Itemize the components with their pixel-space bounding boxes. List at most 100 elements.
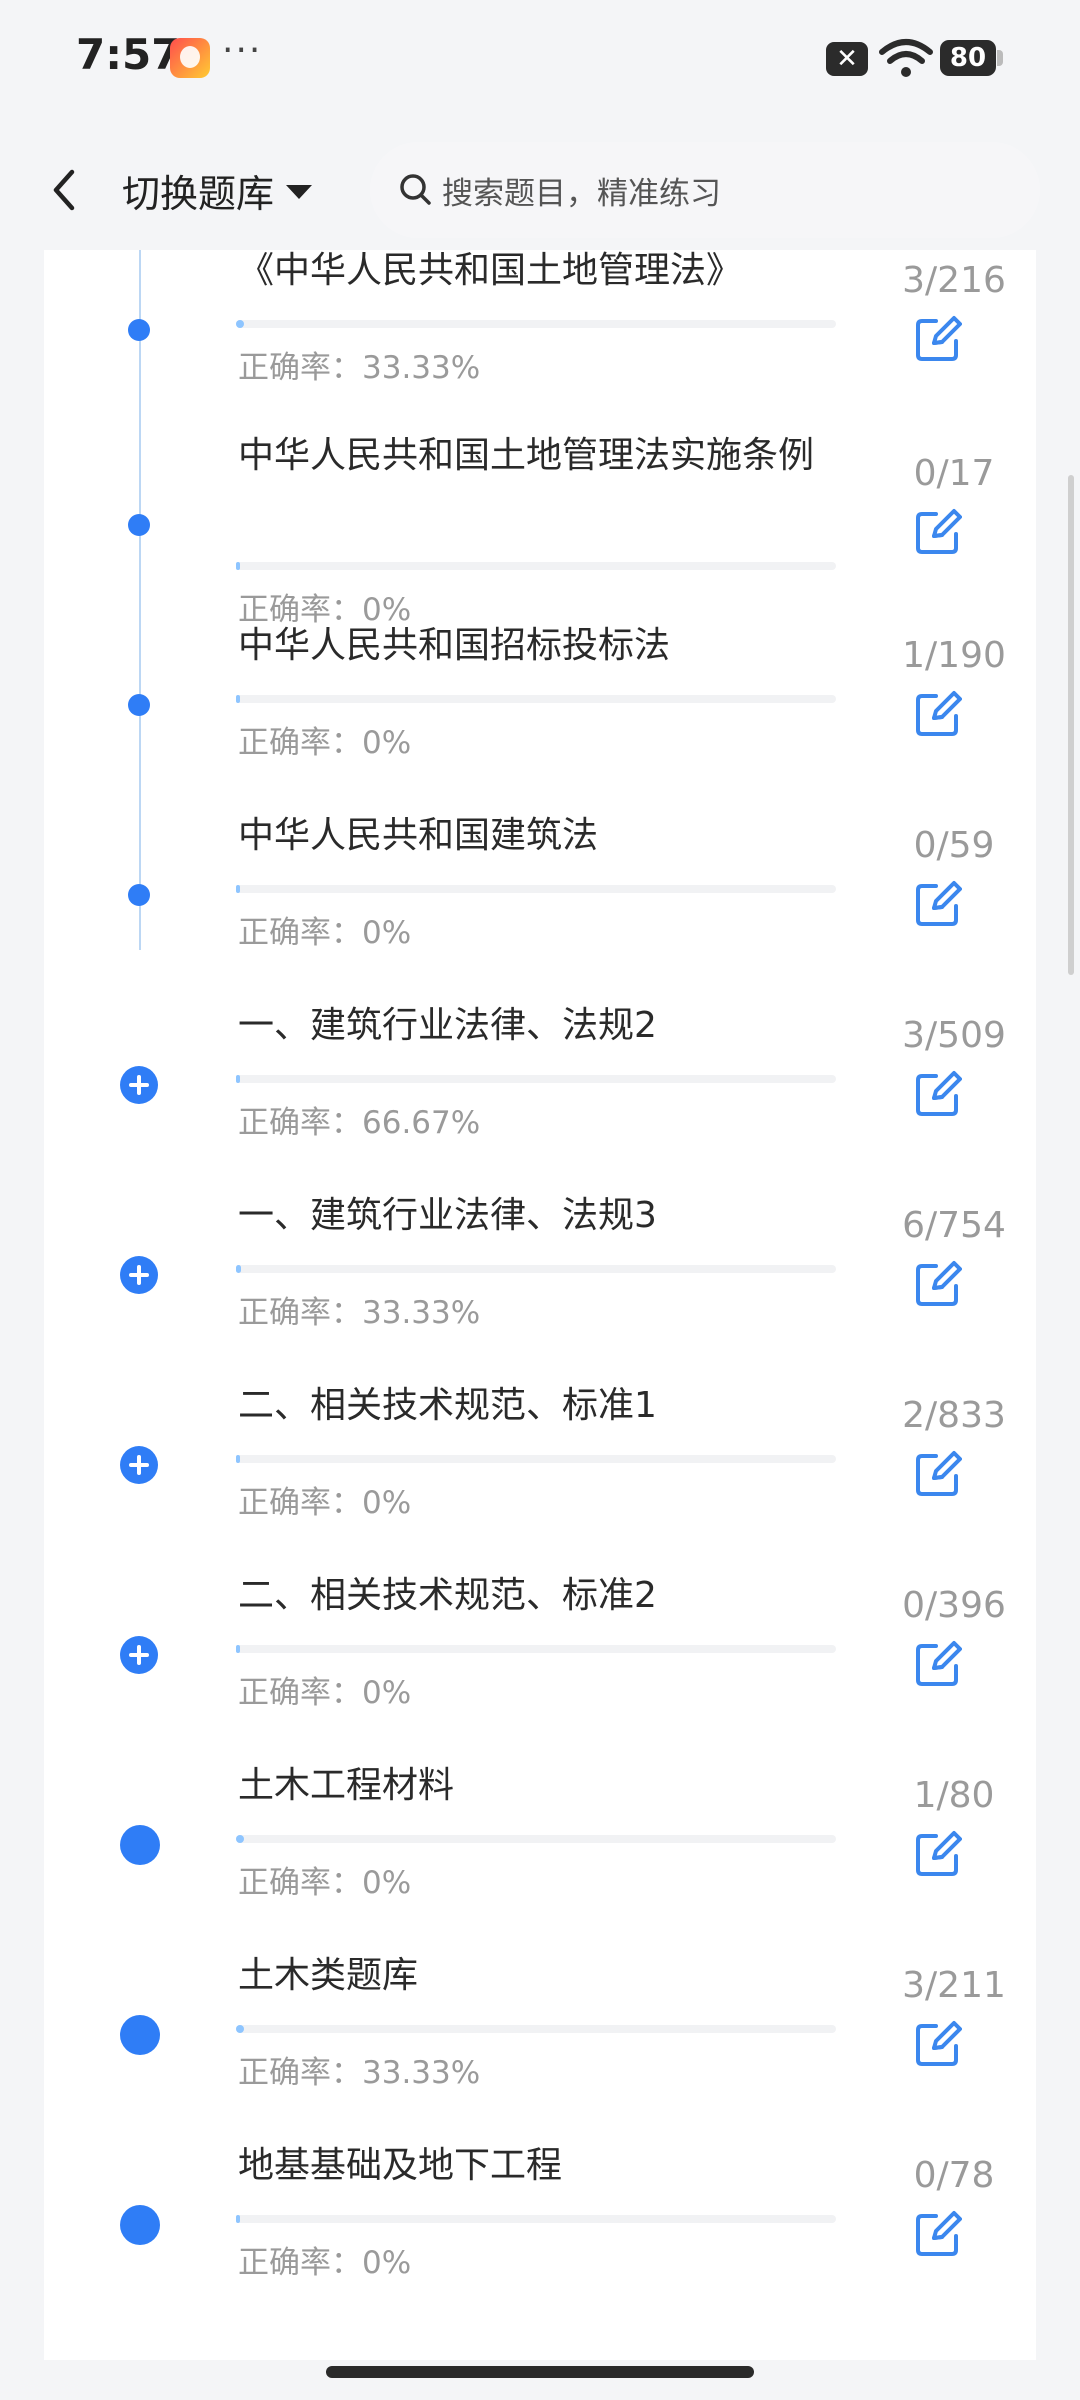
battery-icon: 80 — [940, 40, 996, 76]
edit-icon[interactable] — [914, 1830, 962, 1876]
list-item[interactable]: 地基基础及地下工程 正确率：0% 0/78 — [44, 2145, 1036, 2335]
accuracy-value: 33.33% — [362, 1295, 481, 1331]
progress-fill — [236, 2025, 245, 2033]
progress-count: 0/59 — [913, 825, 995, 866]
item-title: 一、建筑行业法律、法规2 — [238, 1005, 657, 1046]
accuracy-text: 正确率：0% — [238, 717, 411, 762]
scrollbar[interactable] — [1068, 475, 1074, 975]
progress-count: 6/754 — [902, 1205, 1006, 1246]
switch-bank-button[interactable]: 切换题库 — [122, 158, 313, 222]
progress-fill — [236, 562, 240, 570]
expand-plus-icon[interactable] — [120, 1256, 158, 1294]
accuracy-prefix: 正确率： — [238, 1675, 362, 1711]
item-title: 土木类题库 — [238, 1955, 419, 1996]
list-item[interactable]: 一、建筑行业法律、法规3 正确率：33.33% 6/754 — [44, 1195, 1036, 1385]
progress-fill — [236, 885, 240, 893]
back-button[interactable] — [38, 158, 98, 222]
timeline-dot-icon — [128, 884, 150, 906]
search-placeholder: 搜索题目，精准练习 — [442, 175, 721, 212]
accuracy-text: 正确率：33.33% — [238, 2047, 480, 2092]
status-bar: 7:57 ··· ✕ 80 — [0, 0, 1080, 120]
accuracy-text: 正确率：33.33% — [238, 342, 480, 387]
edit-icon[interactable] — [914, 1450, 962, 1496]
item-title: 二、相关技术规范、标准2 — [238, 1575, 657, 1616]
edit-icon[interactable] — [914, 690, 962, 736]
item-title: 中华人民共和国招标投标法 — [238, 625, 671, 666]
wifi-icon — [879, 39, 933, 77]
item-title: 二、相关技术规范、标准1 — [238, 1385, 657, 1426]
accuracy-value: 0% — [362, 1485, 412, 1521]
accuracy-prefix: 正确率： — [238, 1865, 362, 1901]
edit-icon[interactable] — [914, 2210, 962, 2256]
progress-bar — [236, 1265, 836, 1273]
progress-bar — [236, 1075, 836, 1083]
expand-plus-icon[interactable] — [120, 1066, 158, 1104]
edit-icon[interactable] — [914, 1070, 962, 1116]
expand-plus-icon[interactable] — [120, 1446, 158, 1484]
accuracy-prefix: 正确率： — [238, 350, 362, 386]
progress-count: 0/78 — [913, 2155, 995, 2196]
bullet-icon — [120, 2015, 160, 2055]
progress-bar — [236, 2215, 836, 2223]
item-title: 中华人民共和国建筑法 — [238, 815, 599, 856]
accuracy-prefix: 正确率： — [238, 915, 362, 951]
list-item[interactable]: 中华人民共和国土地管理法实施条例 正确率：0% 0/17 — [44, 435, 1036, 628]
more-notifications-icon: ··· — [222, 30, 263, 71]
list-item[interactable]: 《中华人民共和国土地管理法》 正确率：33.33% 3/216 — [44, 250, 1036, 440]
accuracy-value: 0% — [362, 1675, 412, 1711]
progress-bar — [236, 1645, 836, 1653]
progress-count: 3/509 — [902, 1015, 1006, 1056]
progress-fill — [236, 1265, 241, 1273]
close-box-icon: ✕ — [826, 42, 868, 76]
timeline-dot-icon — [128, 514, 150, 536]
progress-bar — [236, 695, 836, 703]
list-item[interactable]: 土木类题库 正确率：33.33% 3/211 — [44, 1955, 1036, 2145]
battery-cap — [997, 50, 1003, 66]
accuracy-text: 正确率：0% — [238, 1667, 411, 1712]
item-title: 一、建筑行业法律、法规3 — [238, 1195, 657, 1236]
accuracy-text: 正确率：66.67% — [238, 1097, 480, 1142]
accuracy-prefix: 正确率： — [238, 2245, 362, 2281]
expand-plus-icon[interactable] — [120, 1636, 158, 1674]
accuracy-prefix: 正确率： — [238, 1105, 362, 1141]
question-bank-list: 《中华人民共和国土地管理法》 正确率：33.33% 3/216 中华人民共和国土… — [44, 250, 1036, 2360]
progress-bar — [236, 1455, 836, 1463]
list-item[interactable]: 中华人民共和国建筑法 正确率：0% 0/59 — [44, 815, 1036, 1005]
edit-icon[interactable] — [914, 2020, 962, 2066]
progress-fill — [236, 1645, 240, 1653]
chevron-left-icon — [53, 169, 75, 211]
progress-fill — [236, 1075, 240, 1083]
item-title: 中华人民共和国土地管理法实施条例 — [238, 435, 815, 476]
accuracy-value: 0% — [362, 725, 412, 761]
item-title: 地基基础及地下工程 — [238, 2145, 563, 2186]
accuracy-text: 正确率：0% — [238, 2237, 411, 2282]
edit-icon[interactable] — [914, 880, 962, 926]
edit-icon[interactable] — [914, 508, 962, 554]
accuracy-text: 正确率：0% — [238, 1857, 411, 1902]
item-title: 《中华人民共和国土地管理法》 — [238, 250, 743, 291]
progress-count: 1/190 — [902, 635, 1006, 676]
edit-icon[interactable] — [914, 1260, 962, 1306]
edit-icon[interactable] — [914, 1640, 962, 1686]
list-item[interactable]: 中华人民共和国招标投标法 正确率：0% 1/190 — [44, 625, 1036, 815]
home-indicator[interactable] — [326, 2366, 754, 2378]
list-item[interactable]: 土木工程材料 正确率：0% 1/80 — [44, 1765, 1036, 1955]
edit-icon[interactable] — [914, 315, 962, 361]
bullet-icon — [120, 1825, 160, 1865]
accuracy-prefix: 正确率： — [238, 1485, 362, 1521]
accuracy-value: 33.33% — [362, 350, 481, 386]
list-item[interactable]: 二、相关技术规范、标准1 正确率：0% 2/833 — [44, 1385, 1036, 1575]
progress-bar — [236, 885, 836, 893]
list-item[interactable]: 一、建筑行业法律、法规2 正确率：66.67% 3/509 — [44, 1005, 1036, 1195]
timeline-dot-icon — [128, 319, 150, 341]
app-notification-icon — [170, 38, 210, 78]
accuracy-text: 正确率：0% — [238, 1477, 411, 1522]
timeline-dot-icon — [128, 694, 150, 716]
progress-fill — [236, 1835, 244, 1843]
progress-fill — [236, 695, 240, 703]
accuracy-value: 0% — [362, 915, 412, 951]
accuracy-value: 0% — [362, 1865, 412, 1901]
search-input[interactable]: 搜索题目，精准练习 — [370, 142, 1040, 238]
list-item[interactable]: 二、相关技术规范、标准2 正确率：0% 0/396 — [44, 1575, 1036, 1765]
progress-bar — [236, 562, 836, 570]
